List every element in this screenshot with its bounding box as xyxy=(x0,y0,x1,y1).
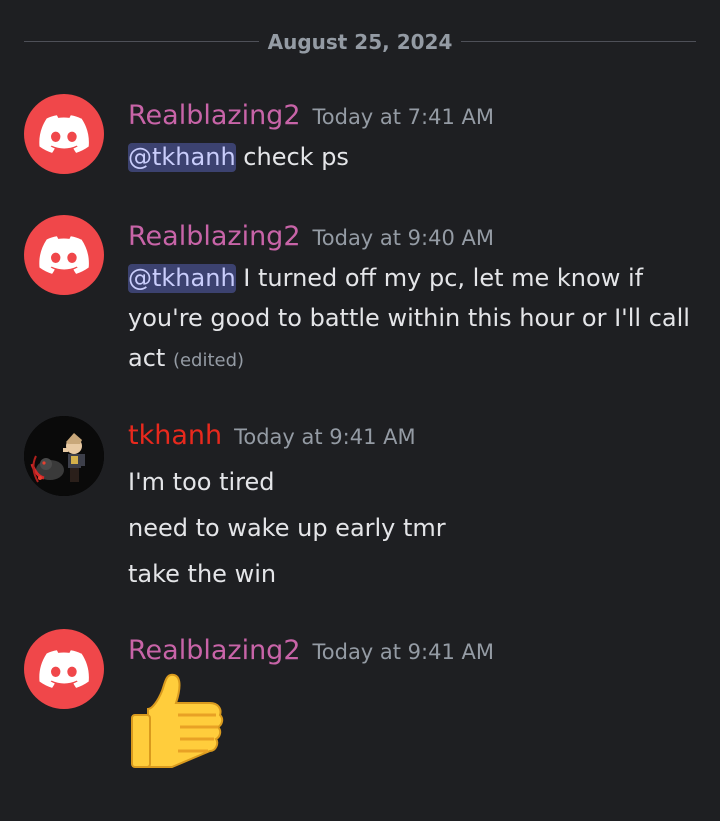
message: Realblazing2 Today at 9:41 AM xyxy=(24,629,710,779)
timestamp[interactable]: Today at 9:40 AM xyxy=(313,226,495,250)
message-content: I'm too tired need to wake up early tmr … xyxy=(128,459,698,597)
message-content: @tkhanh check ps xyxy=(128,137,698,177)
avatar[interactable] xyxy=(24,416,104,496)
username[interactable]: Realblazing2 xyxy=(128,100,301,131)
message-content: @tkhanh I turned off my pc, let me know … xyxy=(128,258,698,381)
divider-line-right xyxy=(461,41,696,42)
user-avatar-image xyxy=(24,416,104,496)
message-header: tkhanh Today at 9:41 AM xyxy=(128,420,416,452)
message-line: need to wake up early tmr xyxy=(128,514,446,542)
user-mention[interactable]: @tkhanh xyxy=(128,143,236,172)
message-content xyxy=(128,671,698,771)
message-line: @tkhanh I turned off my pc, let me know … xyxy=(128,258,698,298)
message-header: Realblazing2 Today at 9:40 AM xyxy=(128,221,494,253)
timestamp[interactable]: Today at 7:41 AM xyxy=(313,105,495,129)
message-text: act xyxy=(128,344,166,372)
avatar[interactable] xyxy=(24,94,104,174)
message-text: I turned off my pc, let me know if xyxy=(243,264,644,292)
user-mention[interactable]: @tkhanh xyxy=(128,264,236,293)
date-divider: August 25, 2024 xyxy=(24,30,696,54)
message-text: check ps xyxy=(243,143,349,171)
message-line: you're good to battle within this hour o… xyxy=(128,304,690,332)
divider-date: August 25, 2024 xyxy=(267,30,453,54)
discord-logo-icon xyxy=(39,650,89,688)
thumbs-up-emoji[interactable] xyxy=(128,671,228,771)
message-line: I'm too tired xyxy=(128,468,275,496)
message: Realblazing2 Today at 7:41 AM @tkhanh che… xyxy=(24,94,710,174)
username[interactable]: tkhanh xyxy=(128,420,222,451)
message: tkhanh Today at 9:41 AM I'm too tired nee… xyxy=(24,416,710,596)
thumbs-up-icon xyxy=(131,673,224,768)
edited-label[interactable]: (edited) xyxy=(173,350,244,371)
discord-logo-icon xyxy=(39,236,89,274)
username[interactable]: Realblazing2 xyxy=(128,635,301,666)
message-header: Realblazing2 Today at 7:41 AM xyxy=(128,100,494,132)
username[interactable]: Realblazing2 xyxy=(128,221,301,252)
timestamp[interactable]: Today at 9:41 AM xyxy=(234,425,416,449)
avatar[interactable] xyxy=(24,629,104,709)
timestamp[interactable]: Today at 9:41 AM xyxy=(313,640,495,664)
message-line: take the win xyxy=(128,560,277,588)
message-header: Realblazing2 Today at 9:41 AM xyxy=(128,635,494,667)
message: Realblazing2 Today at 9:40 AM @tkhanh I t… xyxy=(24,215,710,385)
message-line: act (edited) xyxy=(128,338,698,381)
avatar[interactable] xyxy=(24,215,104,295)
discord-logo-icon xyxy=(39,115,89,153)
